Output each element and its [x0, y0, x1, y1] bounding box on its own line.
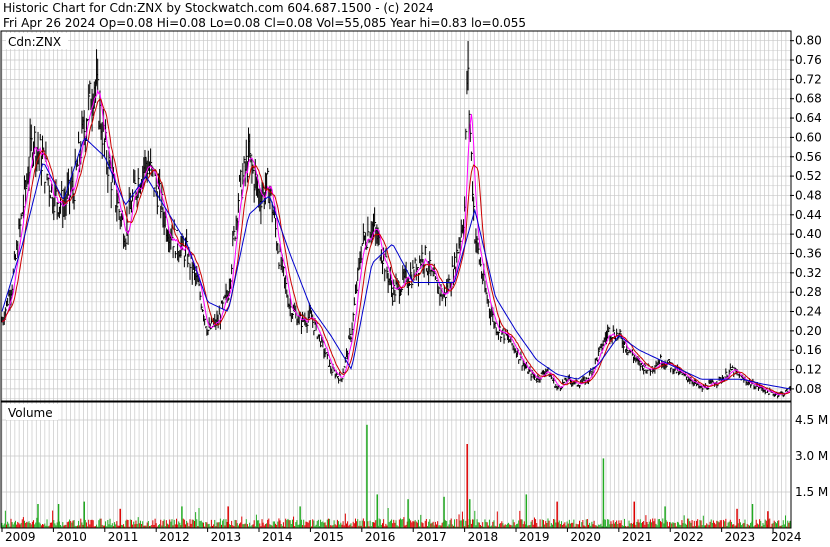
price-tick-label: 0.40	[795, 227, 822, 241]
volume-tick-label: 1.5 M	[795, 485, 828, 499]
price-panel-title: Cdn:ZNX	[8, 35, 61, 49]
year-tick-label: 2015	[313, 530, 344, 543]
stock-chart: Historic Chart for Cdn:ZNX by Stockwatch…	[0, 0, 830, 544]
year-tick-label: 2012	[159, 530, 190, 543]
volume-panel-title: Volume	[8, 406, 53, 420]
price-tick-label: 0.28	[795, 285, 822, 299]
price-tick-label: 0.24	[795, 305, 822, 319]
year-tick-label: 2019	[519, 530, 550, 543]
year-tick-label: 2017	[416, 530, 447, 543]
year-tick-label: 2013	[211, 530, 242, 543]
year-tick-label: 2021	[622, 530, 653, 543]
price-tick-label: 0.12	[795, 363, 822, 377]
price-tick-label: 0.08	[795, 382, 822, 396]
price-tick-label: 0.56	[795, 150, 822, 164]
year-tick-label: 2024	[771, 530, 802, 543]
year-tick-label: 2010	[56, 530, 87, 543]
price-tick-label: 0.16	[795, 343, 822, 357]
price-tick-label: 0.32	[795, 266, 822, 280]
year-tick-label: 2023	[725, 530, 756, 543]
price-tick-label: 0.72	[795, 72, 822, 86]
price-tick-label: 0.44	[795, 208, 822, 222]
price-tick-label: 0.48	[795, 188, 822, 202]
year-tick-label: 2022	[673, 530, 704, 543]
year-tick-label: 2009	[5, 530, 36, 543]
price-tick-label: 0.20	[795, 324, 822, 338]
price-tick-label: 0.36	[795, 246, 822, 260]
volume-tick-label: 3.0 M	[795, 449, 828, 463]
price-tick-label: 0.60	[795, 130, 822, 144]
year-tick-label: 2016	[365, 530, 396, 543]
volume-tick-label: 4.5 M	[795, 413, 828, 427]
price-tick-label: 0.52	[795, 169, 822, 183]
price-tick-label: 0.64	[795, 111, 822, 125]
year-tick-label: 2018	[468, 530, 499, 543]
price-tick-label: 0.80	[795, 34, 822, 48]
chart-canvas: Historic Chart for Cdn:ZNX by Stockwatch…	[0, 0, 830, 544]
year-tick-label: 2014	[262, 530, 293, 543]
price-tick-label: 0.76	[795, 53, 822, 67]
price-tick-label: 0.68	[795, 92, 822, 106]
year-tick-label: 2011	[108, 530, 139, 543]
chart-header-line2: Fri Apr 26 2024 Op=0.08 Hi=0.08 Lo=0.08 …	[3, 16, 526, 30]
chart-header-line1: Historic Chart for Cdn:ZNX by Stockwatch…	[3, 1, 434, 15]
year-tick-label: 2020	[570, 530, 601, 543]
